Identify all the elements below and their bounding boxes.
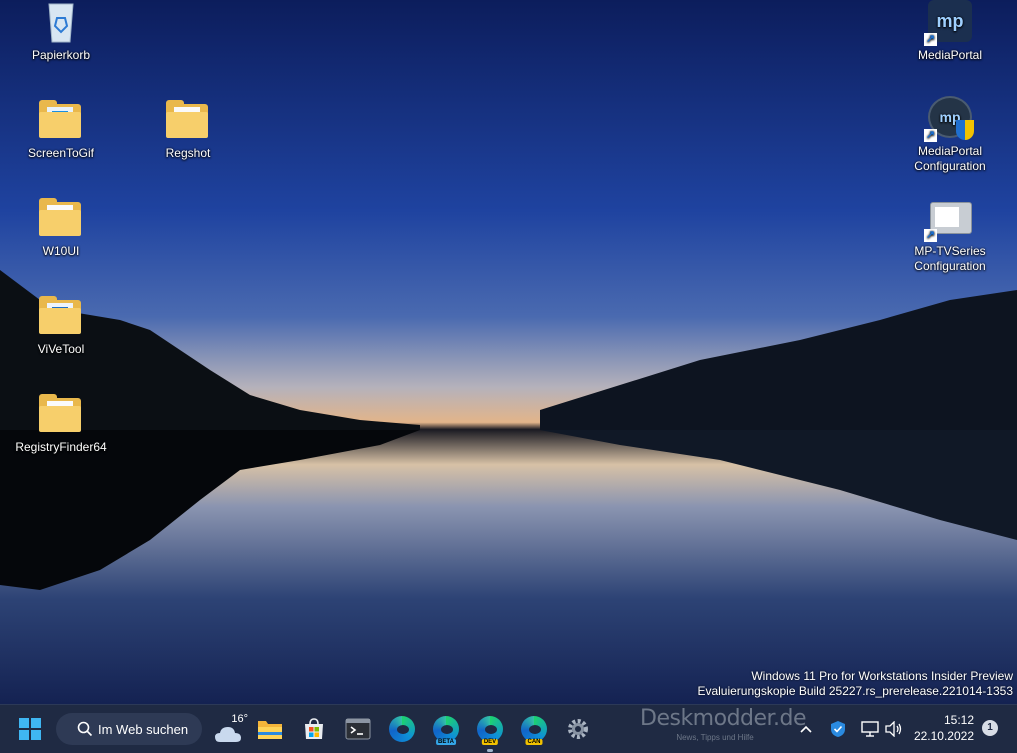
file-explorer-button[interactable] [252, 711, 288, 747]
search-box-label: Im Web suchen [98, 721, 189, 737]
shortcut-arrow-icon: ↗ [924, 129, 937, 142]
desktop-icon-regshot[interactable]: Regshot [140, 98, 236, 161]
shortcut-arrow-icon: ↗ [924, 33, 937, 46]
search-icon [77, 721, 93, 737]
edge-button[interactable] [384, 711, 420, 747]
settings-button[interactable] [560, 711, 596, 747]
search-box[interactable]: Im Web suchen [56, 713, 202, 745]
shield-icon [831, 721, 845, 737]
recycle-bin-icon [37, 0, 85, 44]
desktop-icon-label: Regshot [165, 146, 211, 160]
edge-canary-button[interactable]: CAN [516, 711, 552, 747]
gear-icon [568, 719, 588, 739]
terminal-button[interactable] [340, 711, 376, 747]
desktop-icon-label-line2: Configuration [914, 259, 986, 273]
microsoft-store-button[interactable] [296, 711, 332, 747]
edge-dev-badge: DEV [481, 739, 499, 745]
deskmodder-logo-text: Deskmodder.de [640, 706, 807, 731]
desktop-icon-label: ScreenToGif [27, 146, 95, 160]
clock[interactable]: 15:12 22.10.2022 [912, 712, 974, 744]
shortcut-arrow-icon: ↗ [924, 229, 937, 242]
file-explorer-icon [258, 721, 282, 739]
windows-logo-icon [19, 718, 41, 740]
volume-tray-button[interactable] [882, 711, 906, 747]
folder-icon [37, 98, 85, 142]
edge-beta-badge: BETA [436, 739, 456, 745]
weather-temperature: 16° [231, 713, 248, 725]
network-icon [861, 721, 879, 737]
clock-date: 22.10.2022 [913, 729, 974, 743]
clock-time: 15:12 [943, 713, 974, 727]
evaluation-watermark: Windows 11 Pro for Workstations Insider … [697, 669, 1013, 699]
deskmodder-tagline: News, Tipps und Hilfe [676, 733, 754, 742]
folder-icon [164, 98, 212, 142]
notification-count-badge: 1 [987, 722, 993, 733]
desktop-icon-registryfinder64[interactable]: RegistryFinder64 [13, 392, 109, 455]
mediaportal-icon: mp ↗ [924, 0, 974, 46]
notification-center-button[interactable]: 1 [982, 720, 998, 736]
folder-icon [37, 392, 85, 436]
desktop-icon-mediaportal-configuration[interactable]: mp ↗ MediaPortal Configuration [902, 96, 998, 174]
edge-beta-button[interactable]: BETA [428, 711, 464, 747]
tvseries-config-icon: ↗ [924, 196, 974, 242]
windows-security-tray-button[interactable] [826, 711, 850, 747]
desktop-icon-label: Papierkorb [31, 48, 91, 62]
folder-icon [37, 196, 85, 240]
folder-icon [37, 294, 85, 338]
desktop-icon-label: ViVeTool [37, 342, 85, 356]
desktop-icon-label-line1: MediaPortal [917, 144, 983, 158]
chevron-up-icon [800, 725, 812, 733]
show-hidden-icons-button[interactable] [794, 711, 818, 747]
desktop-icon-label-line1: MP-TVSeries [914, 244, 986, 258]
edge-icon [389, 716, 415, 742]
cloud-icon [215, 727, 241, 742]
desktop-icon-label: W10UI [42, 244, 80, 258]
edge-canary-badge: CAN [525, 739, 543, 745]
mediaportal-config-icon: mp ↗ [924, 96, 974, 142]
speaker-icon [885, 721, 902, 737]
watermark-line1: Windows 11 Pro for Workstations Insider … [751, 669, 1013, 683]
desktop-icon-vivetool[interactable]: ViVeTool [13, 294, 109, 357]
network-tray-button[interactable] [858, 711, 882, 747]
desktop-icon-screentogif[interactable]: ScreenToGif [13, 98, 109, 161]
watermark-line2: Evaluierungskopie Build 25227.rs_prerele… [697, 684, 1013, 698]
taskbar: Im Web suchen 16° BETA DEV CAN Deskmodde… [0, 704, 1017, 753]
desktop-icon-mediaportal[interactable]: mp ↗ MediaPortal [902, 0, 998, 63]
terminal-icon [345, 718, 371, 740]
desktop-icon-mp-tvseries-configuration[interactable]: ↗ MP-TVSeries Configuration [902, 196, 998, 274]
desktop-icon-w10ui[interactable]: W10UI [13, 196, 109, 259]
weather-widget[interactable]: 16° [210, 711, 248, 747]
start-button[interactable] [12, 711, 48, 747]
deskmodder-watermark: Deskmodder.de News, Tipps und Hilfe [640, 705, 807, 751]
desktop-icon-recycle-bin[interactable]: Papierkorb [13, 0, 109, 63]
edge-dev-button[interactable]: DEV [472, 711, 508, 752]
desktop-icon-label: RegistryFinder64 [15, 440, 107, 454]
store-icon [305, 718, 323, 739]
desktop-icon-label: MediaPortal [917, 48, 983, 62]
desktop-icon-label-line2: Configuration [914, 159, 986, 173]
